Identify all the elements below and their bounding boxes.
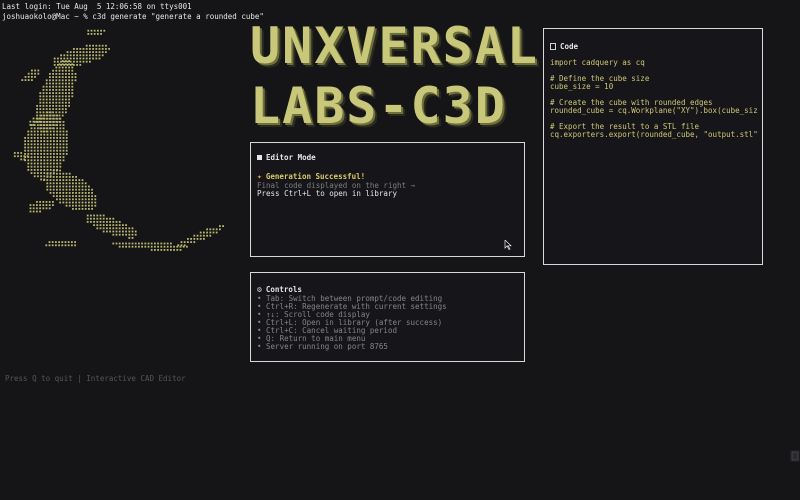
code-line: # Define the cube size: [550, 75, 650, 83]
code-line: rounded_cube = cq.Workplane("XY").box(cu…: [550, 107, 758, 115]
code-line: cube_size = 10: [550, 83, 614, 91]
success-text: Generation Successful!: [265, 172, 366, 181]
resize-handle-icon[interactable]: [790, 450, 800, 462]
generation-status: ✦ Generation Successful!: [257, 172, 365, 181]
editor-title-text: Editor Mode: [266, 153, 316, 162]
controls-list: • Tab: Switch between prompt/code editin…: [257, 295, 447, 351]
library-hint: Press Ctrl+L to open in library: [257, 189, 397, 198]
editor-panel-title: Editor Mode: [257, 153, 316, 162]
code-line: cq.exporters.export(rounded_cube, "outpu…: [550, 131, 758, 139]
code-panel-title: Code: [550, 42, 578, 51]
code-line: import cadquery as cq: [550, 59, 645, 67]
square-icon: [257, 155, 262, 160]
controls-panel: ⚙ Controls • Tab: Switch between prompt/…: [250, 272, 525, 362]
footer-hint: Press Q to quit | Interactive CAD Editor: [5, 374, 186, 383]
control-item: • Server running on port 8765: [257, 342, 388, 351]
code-display[interactable]: import cadquery as cq # Define the cube …: [550, 59, 758, 139]
banner-line-2: LABS-C3D: [250, 77, 507, 135]
code-line: # Create the cube with rounded edges: [550, 99, 713, 107]
editor-panel: Editor Mode ✦ Generation Successful! Fin…: [250, 142, 525, 257]
terminal-prompt-line: joshuaokolo@Mac ~ % c3d generate "genera…: [2, 12, 264, 21]
party-popper-icon: ✦: [257, 172, 262, 181]
code-line: # Export the result to a STL file: [550, 123, 700, 131]
code-title-text: Code: [560, 42, 579, 51]
controls-title-text: Controls: [265, 285, 302, 294]
code-panel[interactable]: Code import cadquery as cq # Define the …: [543, 28, 763, 265]
controls-panel-title: ⚙ Controls: [257, 285, 302, 294]
terminal-login-line: Last login: Tue Aug 5 12:06:58 on ttys00…: [2, 2, 192, 11]
mouse-cursor-icon: [504, 240, 512, 250]
gear-icon: ⚙: [257, 285, 262, 294]
dolphin-ascii-art: [13, 29, 224, 251]
document-icon: [550, 43, 556, 50]
banner-line-1: UNXVERSAL: [250, 17, 539, 75]
